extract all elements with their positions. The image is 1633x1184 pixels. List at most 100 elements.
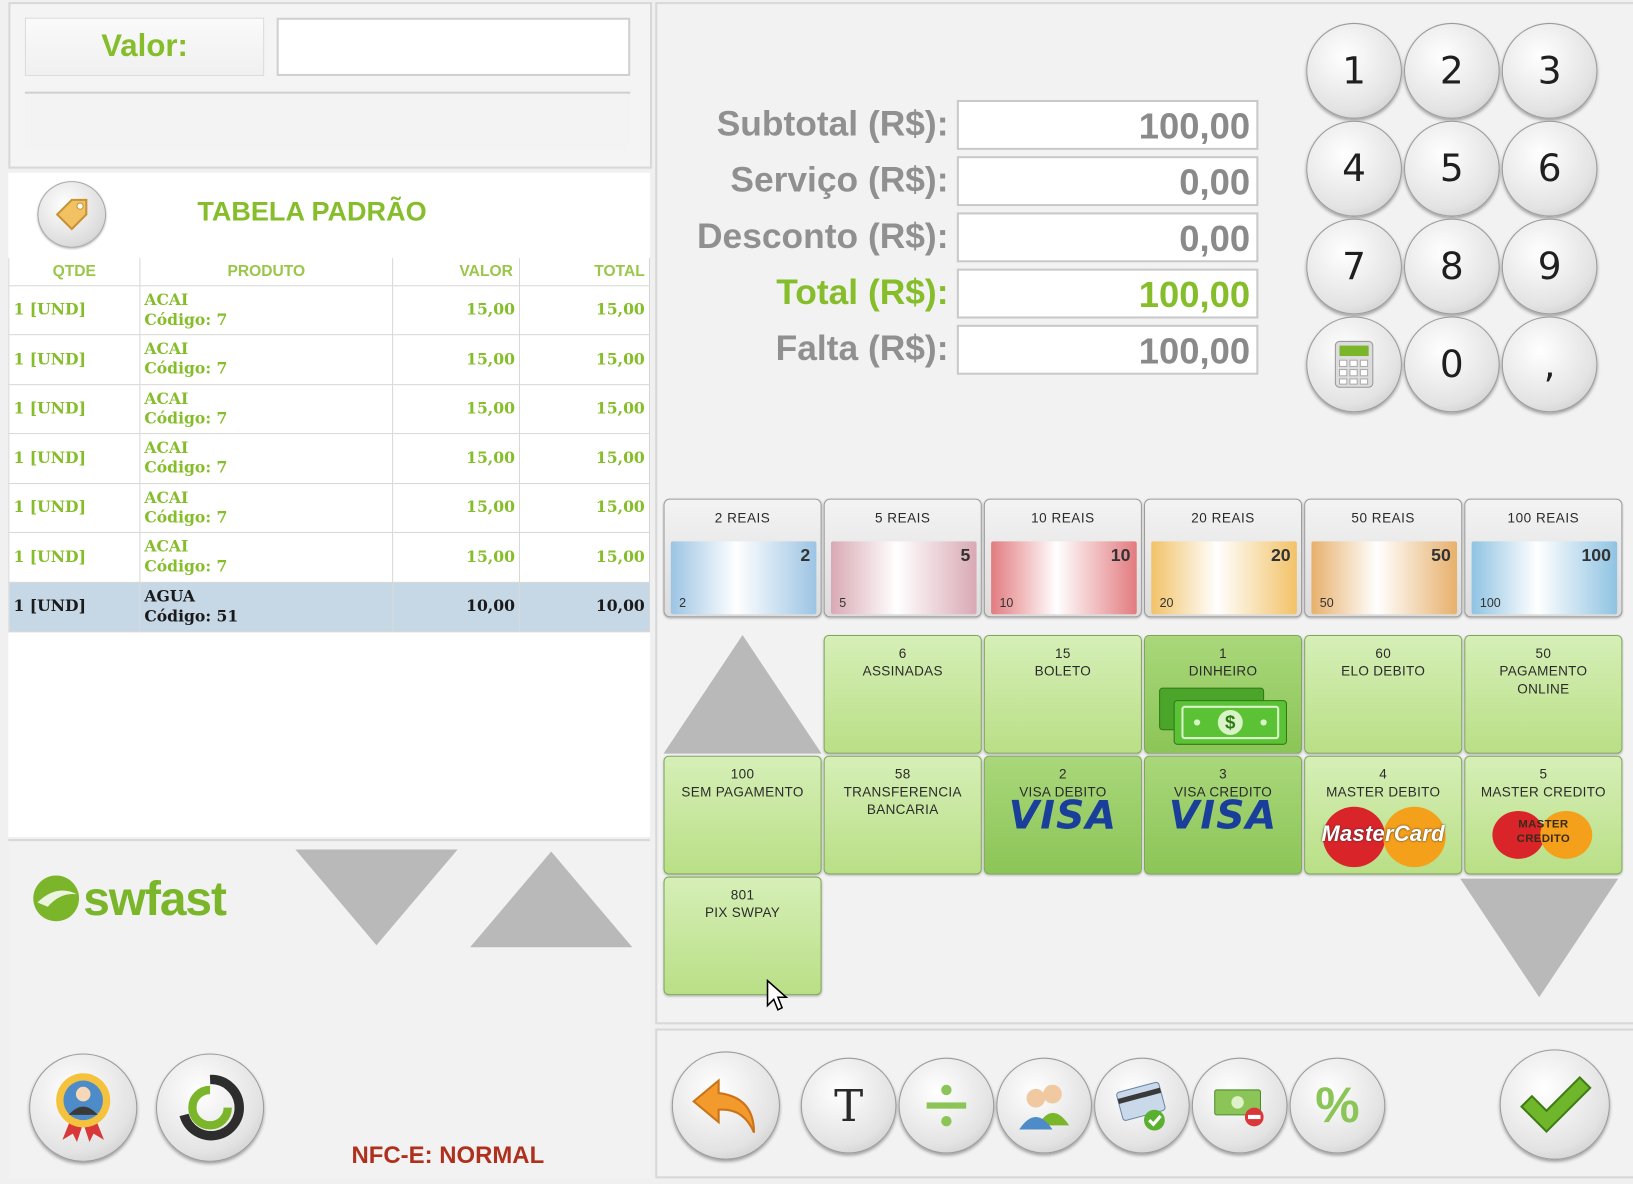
table-row[interactable]: 1 [UND] ACAI Código: 7 15,00 15,00 — [8, 383, 650, 435]
product-code: Código: 51 — [144, 606, 239, 626]
table-row[interactable]: 1 [UND] ACAI Código: 7 15,00 15,00 — [8, 334, 650, 385]
payment-code: 100 — [730, 766, 755, 782]
keypad-key-5[interactable]: 5 — [1404, 120, 1500, 217]
keypad-key-8[interactable]: 8 — [1404, 218, 1500, 315]
keypad-key-2[interactable]: 2 — [1404, 22, 1500, 119]
banknote-value: 20 — [1270, 545, 1291, 566]
product-code: Código: 7 — [144, 408, 228, 428]
master-credito-logo: MASTER CREDITO — [1486, 807, 1600, 863]
note-button-10[interactable]: 10 REAIS 10 10 — [983, 498, 1142, 618]
payment-name: DINHEIRO — [1188, 663, 1258, 679]
table-row[interactable]: 1 [UND] ACAI Código: 7 15,00 15,00 — [8, 482, 650, 533]
banknote-value: 2 — [800, 545, 811, 566]
desconto-label: Desconto (R$): — [697, 216, 949, 257]
product-name: AGUA — [144, 586, 196, 606]
payment-button-sem-pagamento[interactable]: 100 SEM PAGAMENTO — [663, 755, 822, 875]
visa-logo: VISA — [1168, 792, 1278, 839]
mastercard-logo: MasterCard — [1315, 805, 1452, 870]
row-valor: 15,00 — [392, 334, 521, 385]
note-label: 5 REAIS — [874, 510, 931, 526]
row-qtde: 1 [UND] — [8, 383, 141, 435]
scroll-up-button[interactable] — [470, 851, 633, 948]
note-button-50[interactable]: 50 REAIS 50 50 — [1304, 498, 1463, 618]
undo-arrow-icon — [692, 1078, 756, 1134]
table-row[interactable]: 1 [UND] ACAI Código: 7 15,00 15,00 — [8, 531, 650, 583]
calculator-button[interactable] — [1306, 316, 1402, 413]
total-field: 100,00 — [956, 268, 1259, 319]
table-row[interactable]: 1 [UND] AGUA Código: 51 10,00 10,00 — [8, 581, 650, 632]
keypad-key-comma[interactable]: , — [1501, 316, 1598, 413]
confirm-button[interactable] — [1499, 1049, 1610, 1160]
banknote-value-small: 100 — [1479, 595, 1501, 611]
row-produto: ACAI Código: 7 — [139, 383, 394, 435]
keypad-key-9[interactable]: 9 — [1501, 218, 1598, 315]
keypad-key-3[interactable]: 3 — [1501, 22, 1598, 119]
payment-button-master-credito[interactable]: 5 MASTER CREDITO MASTER CREDITO — [1464, 755, 1623, 875]
text-button[interactable]: T — [800, 1057, 897, 1154]
payments-scroll-down-button[interactable] — [1460, 878, 1619, 998]
note-label: 50 REAIS — [1351, 510, 1415, 526]
mouse-cursor-icon — [766, 978, 789, 1011]
product-name: ACAI — [144, 487, 189, 507]
banknote-image: 100 100 — [1471, 541, 1618, 615]
note-button-2[interactable]: 2 REAIS 2 2 — [663, 498, 822, 618]
payment-button-pix-swpay[interactable]: 801 PIX SWPAY — [663, 876, 822, 996]
row-total: 15,00 — [519, 334, 650, 385]
cash-remove-icon — [1214, 1089, 1264, 1127]
valor-input[interactable] — [276, 17, 631, 76]
note-button-5[interactable]: 5 REAIS 5 5 — [823, 498, 982, 618]
text-icon: T — [834, 1080, 864, 1132]
banknote-image: 10 10 — [991, 541, 1137, 615]
banknote-value: 100 — [1581, 545, 1611, 566]
keypad-key-4[interactable]: 4 — [1306, 120, 1402, 217]
discount-button[interactable]: % — [1289, 1057, 1386, 1154]
users-icon — [1019, 1084, 1070, 1130]
price-tag-icon — [55, 198, 88, 231]
payment-button-pagamento[interactable]: 50 PAGAMENTO ONLINE — [1464, 635, 1623, 754]
divide-button[interactable] — [898, 1057, 995, 1154]
payment-button-boleto[interactable]: 15 BOLETO — [983, 635, 1142, 754]
sync-button[interactable] — [156, 1053, 265, 1162]
payment-button-visa-debito[interactable]: 2 VISA DEBITO VISA — [983, 755, 1142, 875]
servico-label: Serviço (R$): — [730, 160, 949, 200]
payment-button-dinheiro[interactable]: 1 DINHEIRO $ — [1144, 635, 1303, 754]
checkmark-icon — [1520, 1075, 1592, 1134]
payment-name: ASSINADAS — [862, 663, 943, 679]
table-row[interactable]: 1 [UND] ACAI Código: 7 15,00 15,00 — [8, 433, 650, 484]
cash-out-button[interactable] — [1191, 1057, 1288, 1154]
row-produto: ACAI Código: 7 — [139, 433, 394, 484]
row-valor: 15,00 — [392, 383, 521, 435]
row-produto: ACAI Código: 7 — [139, 284, 394, 336]
loyalty-button[interactable] — [29, 1053, 138, 1162]
note-button-20[interactable]: 20 REAIS 20 20 — [1144, 498, 1303, 618]
payment-button-transferencia[interactable]: 58 TRANSFERENCIA BANCARIA — [823, 755, 982, 875]
keypad-key-1[interactable]: 1 — [1306, 22, 1402, 119]
payment-button-visa-credito[interactable]: 3 VISA CREDITO VISA — [1144, 755, 1303, 875]
scroll-down-button[interactable] — [295, 849, 458, 946]
keypad-key-7[interactable]: 7 — [1306, 218, 1402, 315]
keypad-key-0[interactable]: 0 — [1404, 316, 1500, 413]
note-button-100[interactable]: 100 REAIS 100 100 — [1464, 498, 1623, 618]
payment-code: 58 — [894, 766, 911, 782]
payment-button-assinadas[interactable]: 6 ASSINADAS — [823, 635, 982, 754]
product-code: Código: 7 — [144, 309, 228, 329]
table-row[interactable]: 1 [UND] ACAI Código: 7 15,00 15,00 — [8, 284, 650, 336]
payment-name: MASTER DEBITO — [1326, 783, 1441, 800]
banknote-value-small: 5 — [839, 595, 847, 611]
row-produto: AGUA Código: 51 — [139, 581, 394, 632]
logo-text: swfast — [83, 871, 227, 926]
product-code: Código: 7 — [144, 359, 228, 379]
price-tag-button[interactable] — [37, 181, 107, 248]
customers-button[interactable] — [996, 1057, 1092, 1154]
payments-scroll-up-button[interactable] — [663, 635, 822, 754]
back-button[interactable] — [671, 1051, 780, 1160]
banknote-value: 10 — [1110, 545, 1131, 566]
card-button[interactable] — [1094, 1057, 1190, 1154]
subtotal-label: Subtotal (R$): — [716, 104, 949, 144]
payment-name: PIX SWPAY — [704, 904, 781, 921]
price-table-title: TABELA PADRÃO — [197, 195, 427, 227]
row-total: 15,00 — [519, 383, 650, 435]
payment-button-elo-debito[interactable]: 60 ELO DEBITO — [1304, 635, 1463, 754]
payment-button-master-debito[interactable]: 4 MASTER DEBITO MasterCard — [1304, 755, 1463, 875]
keypad-key-6[interactable]: 6 — [1501, 120, 1598, 217]
